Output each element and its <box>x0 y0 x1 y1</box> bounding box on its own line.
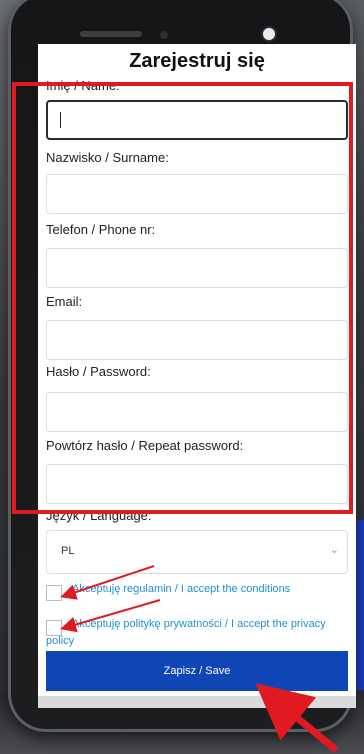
chevron-down-icon: ⌄ <box>329 544 339 556</box>
sensor-icon <box>160 31 168 39</box>
camera-icon <box>263 28 275 40</box>
screen-bottom-strip <box>38 696 356 708</box>
language-select[interactable]: PL ⌄ <box>46 530 348 574</box>
accept-privacy-label[interactable]: Akceptuję politykę prywatności / I accep… <box>46 616 346 650</box>
speaker-icon <box>80 31 142 37</box>
annotation-frame <box>12 82 353 514</box>
accept-conditions-label[interactable]: Akceptuję regulamin / I accept the condi… <box>46 581 346 598</box>
save-button[interactable]: Zapisz / Save <box>46 651 348 691</box>
language-selected-value: PL <box>61 545 75 557</box>
phone-top-bar <box>58 28 298 40</box>
page-title: Zarejestruj się <box>129 50 265 72</box>
